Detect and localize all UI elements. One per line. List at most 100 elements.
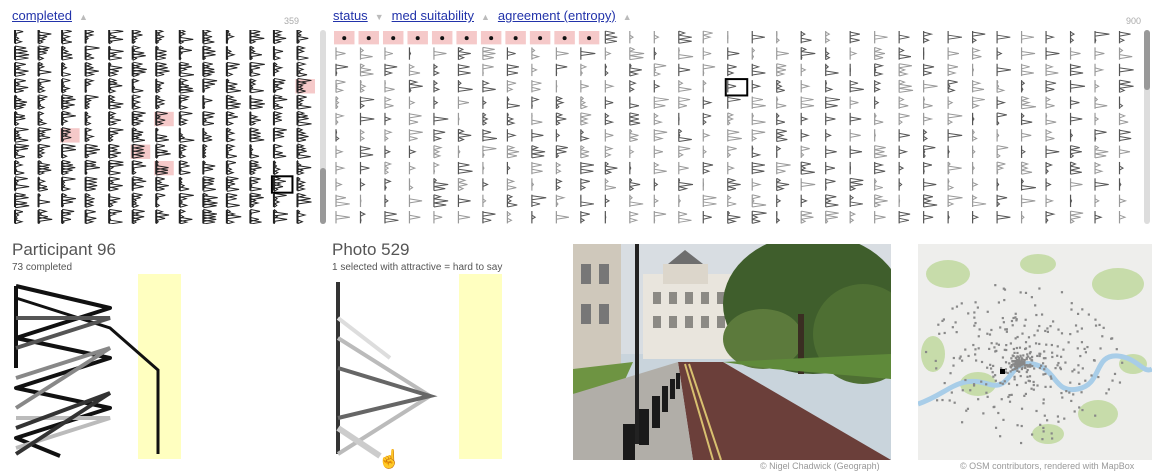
map-point — [997, 343, 1001, 346]
glyph — [678, 30, 692, 44]
sort-asc-icon[interactable]: ▲ — [623, 12, 632, 22]
map-point — [986, 395, 989, 398]
glyph — [996, 161, 1006, 175]
map-point — [1024, 291, 1028, 295]
glyph — [433, 145, 443, 159]
photo-credit: © Nigel Chadwick (Geograph) — [760, 461, 880, 471]
map-point — [960, 302, 963, 305]
sort-med-suitability-link[interactable]: med suitability — [392, 8, 474, 23]
glyph — [874, 31, 888, 44]
glyph — [874, 63, 885, 77]
map-point — [1014, 365, 1018, 368]
sort-desc-icon[interactable]: ▼ — [375, 12, 384, 22]
glyph — [249, 208, 262, 224]
map-point — [1084, 351, 1088, 354]
glyph — [800, 210, 814, 224]
glyph — [825, 112, 836, 126]
map-point — [1033, 367, 1036, 370]
sort-asc-icon[interactable]: ▲ — [79, 12, 88, 22]
map-point — [1084, 379, 1087, 382]
map-point — [1012, 354, 1015, 358]
sort-agreement-link[interactable]: agreement (entropy) — [498, 8, 616, 23]
map-point — [1003, 298, 1006, 302]
sort-status-link[interactable]: status — [333, 8, 368, 23]
glyph — [37, 159, 52, 176]
glyph — [653, 47, 657, 60]
glyph — [947, 31, 963, 44]
glyph — [433, 211, 443, 224]
map-point — [989, 367, 993, 370]
glyph — [457, 145, 461, 158]
photo-glyph-grid[interactable] — [333, 30, 1141, 224]
glyph — [776, 177, 790, 192]
glyph — [1069, 31, 1076, 44]
glyph — [108, 143, 122, 159]
glyph — [506, 161, 511, 175]
glyph — [61, 45, 73, 61]
glyph — [37, 61, 52, 78]
glyph — [776, 161, 791, 175]
glyph — [202, 30, 215, 45]
street-photo — [573, 244, 891, 460]
map-point — [1094, 318, 1097, 321]
map-point — [1057, 328, 1060, 331]
glyph — [272, 30, 287, 45]
participant-glyphs[interactable] — [12, 30, 318, 224]
map-point — [1025, 364, 1028, 367]
glyph — [155, 78, 165, 94]
glyph — [874, 194, 888, 208]
map-point — [993, 346, 996, 349]
glyph — [178, 30, 194, 45]
glyph — [531, 145, 546, 159]
london-map[interactable] — [918, 244, 1152, 460]
left-scrollbar-thumb[interactable] — [320, 168, 326, 224]
glyph — [996, 145, 1009, 159]
glyph — [359, 96, 375, 109]
glyph — [972, 194, 987, 208]
glyph — [898, 47, 912, 60]
glyph — [1094, 96, 1108, 109]
map-point — [1040, 364, 1043, 367]
glyph — [629, 194, 644, 208]
glyph — [178, 77, 194, 94]
map-point — [1052, 320, 1055, 323]
glyph — [996, 211, 1011, 224]
glyph — [225, 160, 236, 176]
glyph — [898, 79, 914, 93]
sort-asc-icon[interactable]: ▲ — [481, 12, 490, 22]
glyph — [296, 30, 309, 45]
glyph — [506, 129, 517, 142]
glyph — [947, 112, 963, 126]
map-point — [1028, 380, 1031, 383]
map-point — [952, 356, 955, 360]
glyph — [580, 178, 590, 191]
glyph — [825, 161, 836, 175]
map-point — [988, 333, 992, 336]
glyph — [898, 31, 910, 44]
glyph — [202, 78, 218, 94]
photo-glyphs[interactable] — [333, 30, 1141, 224]
glyph — [1045, 80, 1057, 93]
glyph — [972, 31, 986, 44]
map-point — [964, 348, 967, 351]
right-scrollbar-thumb[interactable] — [1144, 30, 1150, 90]
map-point — [1092, 359, 1096, 362]
participant-glyph-grid[interactable] — [12, 30, 318, 224]
glyph — [580, 129, 590, 142]
glyph — [653, 211, 667, 224]
glyph — [155, 143, 171, 159]
glyph — [702, 161, 714, 175]
glyph — [1118, 47, 1133, 60]
glyph — [1069, 47, 1081, 60]
glyph — [1045, 145, 1060, 158]
glyph — [131, 30, 143, 45]
glyph — [825, 96, 840, 109]
glyph — [727, 80, 737, 93]
glyph — [433, 129, 446, 142]
map-point — [1028, 357, 1032, 360]
glyph — [1045, 47, 1060, 60]
photo-highlight-column — [459, 274, 502, 459]
glyph — [359, 145, 374, 158]
sort-completed-link[interactable]: completed — [12, 8, 72, 23]
glyph — [923, 63, 935, 77]
